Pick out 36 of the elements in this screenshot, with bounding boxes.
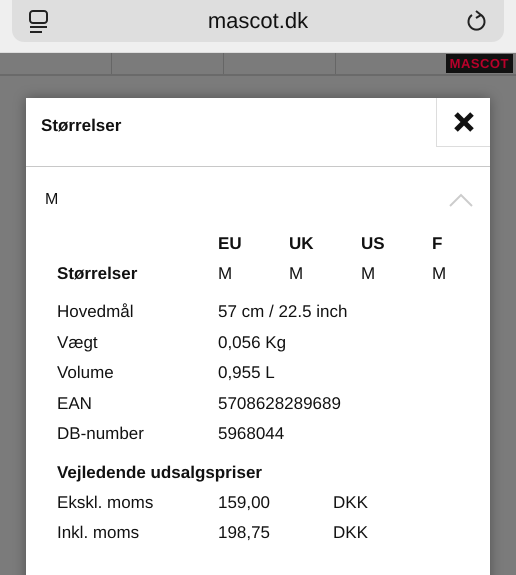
size-label: M [45,191,58,209]
spec-value: 0,056 Kg [218,332,288,354]
spec-label: Volume [57,362,115,384]
price-label: Inkl. moms [57,522,140,544]
reload-icon[interactable] [466,9,488,33]
table-cell-text: M [432,263,448,285]
url-text: mascot.dk [208,8,308,34]
table-cell-text: M [361,263,376,285]
spec-label: DB-number [57,423,145,445]
dialog-title: Størrelser [41,116,122,137]
column-header: UK [289,233,315,255]
price-amount: 159,00 [218,492,271,514]
currency-text: DKK [333,492,369,514]
table-cell-text: M [218,263,234,285]
tabs-icon[interactable] [28,8,50,34]
size-accordion[interactable]: M [26,167,490,209]
close-button[interactable] [436,98,490,147]
row-label: Størrelser [57,263,138,285]
price-label: Ekskl. moms [57,492,154,514]
spec-value: 5968044 [218,423,286,445]
close-icon [452,111,474,133]
address-bar[interactable]: mascot.dk [12,0,504,42]
price-amount: 198,75 [218,522,271,544]
spec-label: Hovedmål [57,301,135,323]
brand-logo: MASCOT [446,54,513,73]
spec-value: 0,955 L [218,362,276,384]
column-header: EU [218,233,243,255]
currency-text: DKK [333,522,369,544]
prices-heading: Vejledende udsalgspriser [56,462,264,484]
spec-label: EAN [57,392,93,414]
spec-label: Vægt [57,332,99,354]
table-cell-text: M [289,263,304,285]
column-header: US [361,233,386,255]
spec-value: 5708628289689 [218,392,342,414]
column-header: F [432,233,444,255]
spec-value: 57 cm / 22.5 inch [218,301,348,323]
